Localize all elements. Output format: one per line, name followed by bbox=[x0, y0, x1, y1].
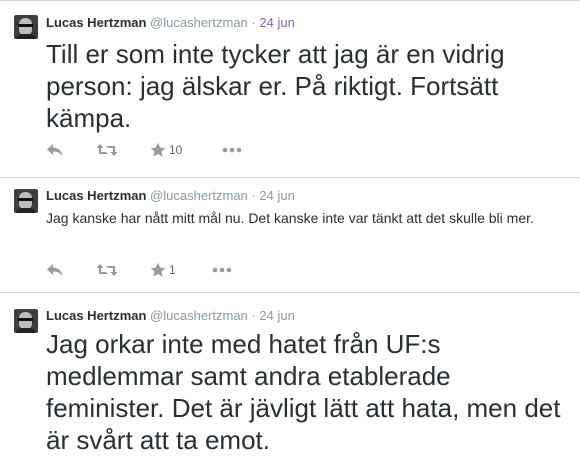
author-handle[interactable]: @lucashertzman bbox=[150, 308, 248, 323]
avatar[interactable] bbox=[14, 309, 38, 333]
favorite-button[interactable]: 1 bbox=[150, 261, 176, 279]
separator: · bbox=[251, 308, 256, 323]
retweet-icon bbox=[96, 144, 118, 156]
favorite-count: 10 bbox=[169, 143, 183, 157]
author-name[interactable]: Lucas Hertzman bbox=[46, 15, 146, 30]
favorite-button[interactable]: 10 bbox=[150, 141, 182, 159]
retweet-button[interactable] bbox=[96, 141, 118, 159]
reply-button[interactable] bbox=[46, 261, 64, 279]
avatar[interactable] bbox=[14, 189, 38, 213]
tweet-header: Lucas Hertzman @lucashertzman · 24 jun bbox=[46, 308, 295, 324]
tweet-text: Jag orkar inte med hatet från UF:s medle… bbox=[46, 329, 561, 455]
reply-button[interactable] bbox=[46, 141, 64, 159]
tweet-text: Jag kanske har nått mitt mål nu. Det kan… bbox=[46, 210, 534, 226]
separator: · bbox=[251, 15, 256, 30]
more-icon bbox=[222, 147, 242, 153]
timestamp[interactable]: 24 jun bbox=[259, 188, 294, 203]
more-button[interactable] bbox=[212, 261, 232, 279]
separator: · bbox=[251, 188, 256, 203]
tweet-3[interactable]: Lucas Hertzman @lucashertzman · 24 jun J… bbox=[0, 293, 580, 470]
tweet-header: Lucas Hertzman @lucashertzman · 24 jun bbox=[46, 188, 295, 204]
author-name[interactable]: Lucas Hertzman bbox=[46, 308, 146, 323]
more-icon bbox=[212, 267, 232, 273]
retweet-icon bbox=[96, 264, 118, 276]
star-icon bbox=[150, 142, 166, 157]
avatar[interactable] bbox=[14, 15, 38, 39]
timestamp[interactable]: 24 jun bbox=[259, 15, 294, 30]
tweet-1[interactable]: Lucas Hertzman @lucashertzman · 24 jun T… bbox=[0, 0, 580, 178]
favorite-count: 1 bbox=[169, 263, 176, 277]
tweet-header: Lucas Hertzman @lucashertzman · 24 jun bbox=[46, 15, 295, 31]
reply-icon bbox=[47, 144, 63, 156]
tweet-text: Till er som inte tycker att jag är en vi… bbox=[46, 39, 505, 133]
retweet-button[interactable] bbox=[96, 261, 118, 279]
timestamp[interactable]: 24 jun bbox=[259, 308, 294, 323]
author-handle[interactable]: @lucashertzman bbox=[150, 15, 248, 30]
tweet-2[interactable]: Lucas Hertzman @lucashertzman · 24 jun J… bbox=[0, 178, 580, 293]
more-button[interactable] bbox=[222, 141, 242, 159]
author-name[interactable]: Lucas Hertzman bbox=[46, 188, 146, 203]
reply-icon bbox=[47, 264, 63, 276]
author-handle[interactable]: @lucashertzman bbox=[150, 188, 248, 203]
star-icon bbox=[150, 262, 166, 277]
